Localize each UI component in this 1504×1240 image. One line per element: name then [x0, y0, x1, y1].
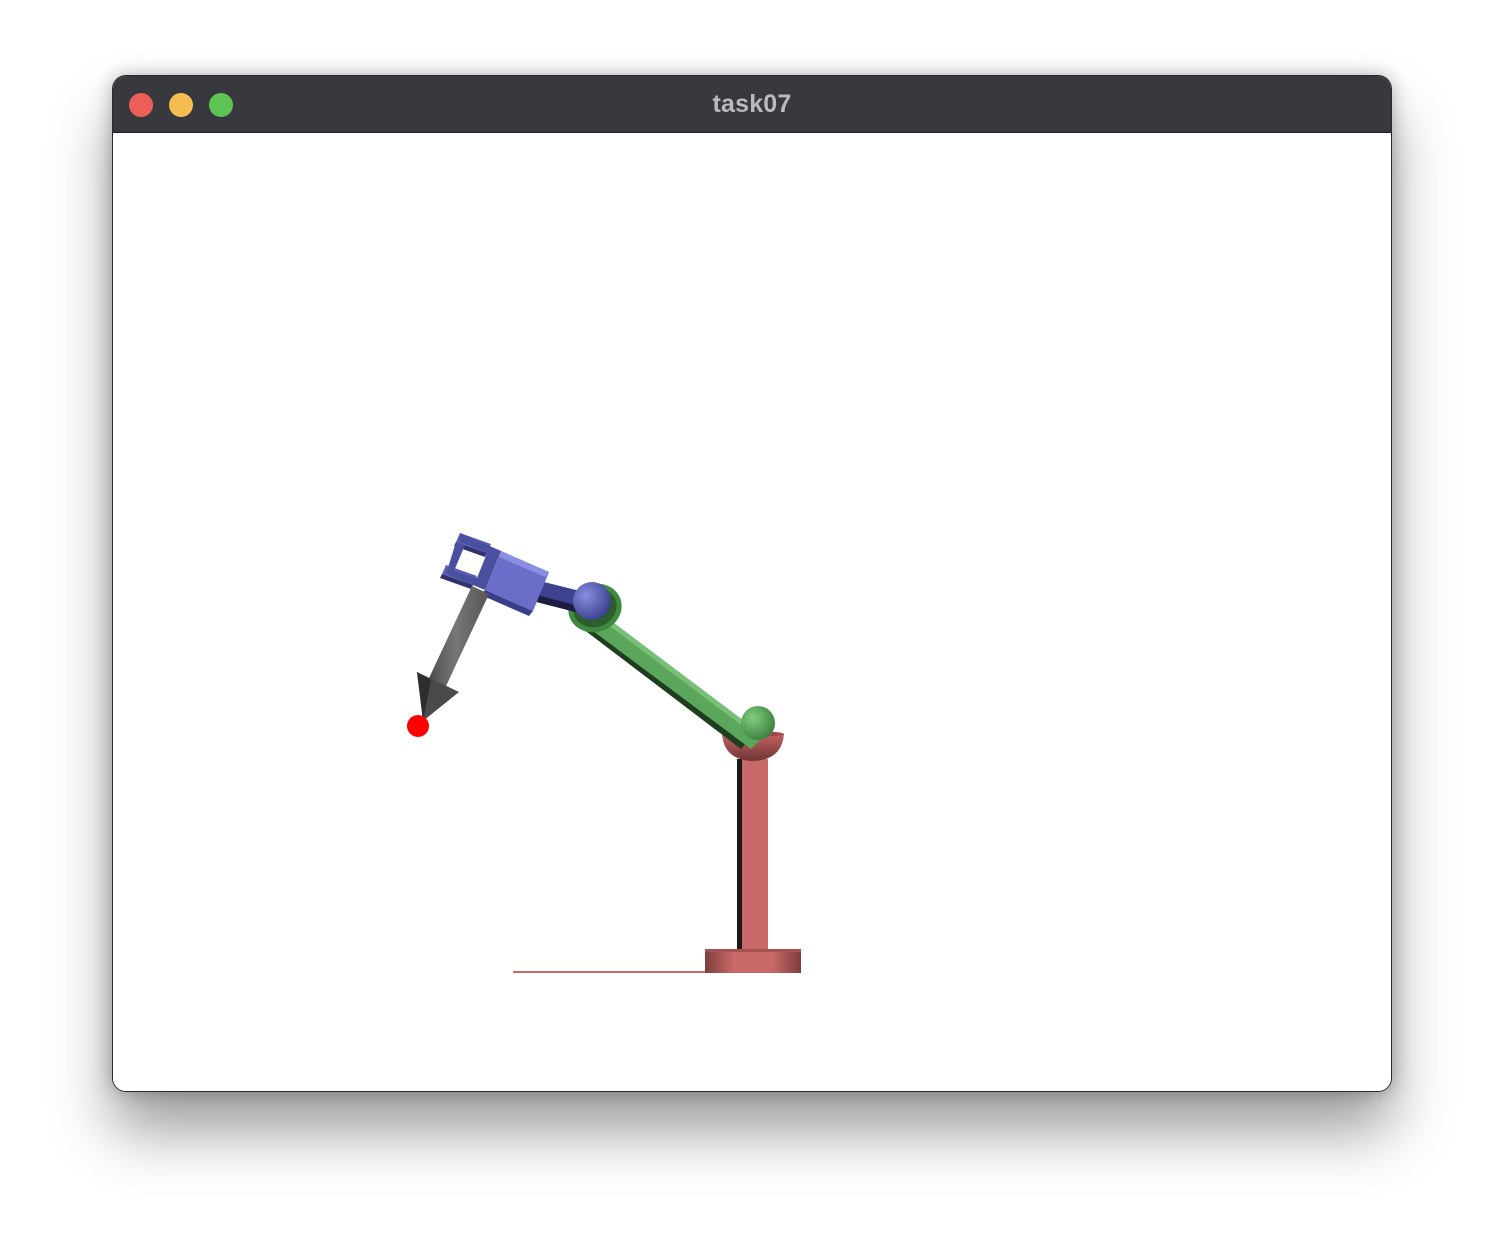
shoulder-joint — [741, 706, 775, 740]
render-viewport[interactable] — [113, 133, 1391, 1091]
upper-arm-highlight — [595, 611, 764, 740]
base-foot-top — [705, 949, 801, 952]
base-column — [742, 759, 768, 949]
target-marker — [407, 715, 429, 737]
base-foot — [705, 949, 801, 973]
window-title: task07 — [712, 90, 792, 118]
title-bar[interactable]: task07 — [113, 76, 1391, 133]
robot-arm-scene — [407, 533, 801, 973]
app-window: task07 — [112, 75, 1392, 1092]
elbow-joint — [573, 582, 611, 620]
upper-arm — [585, 611, 764, 749]
